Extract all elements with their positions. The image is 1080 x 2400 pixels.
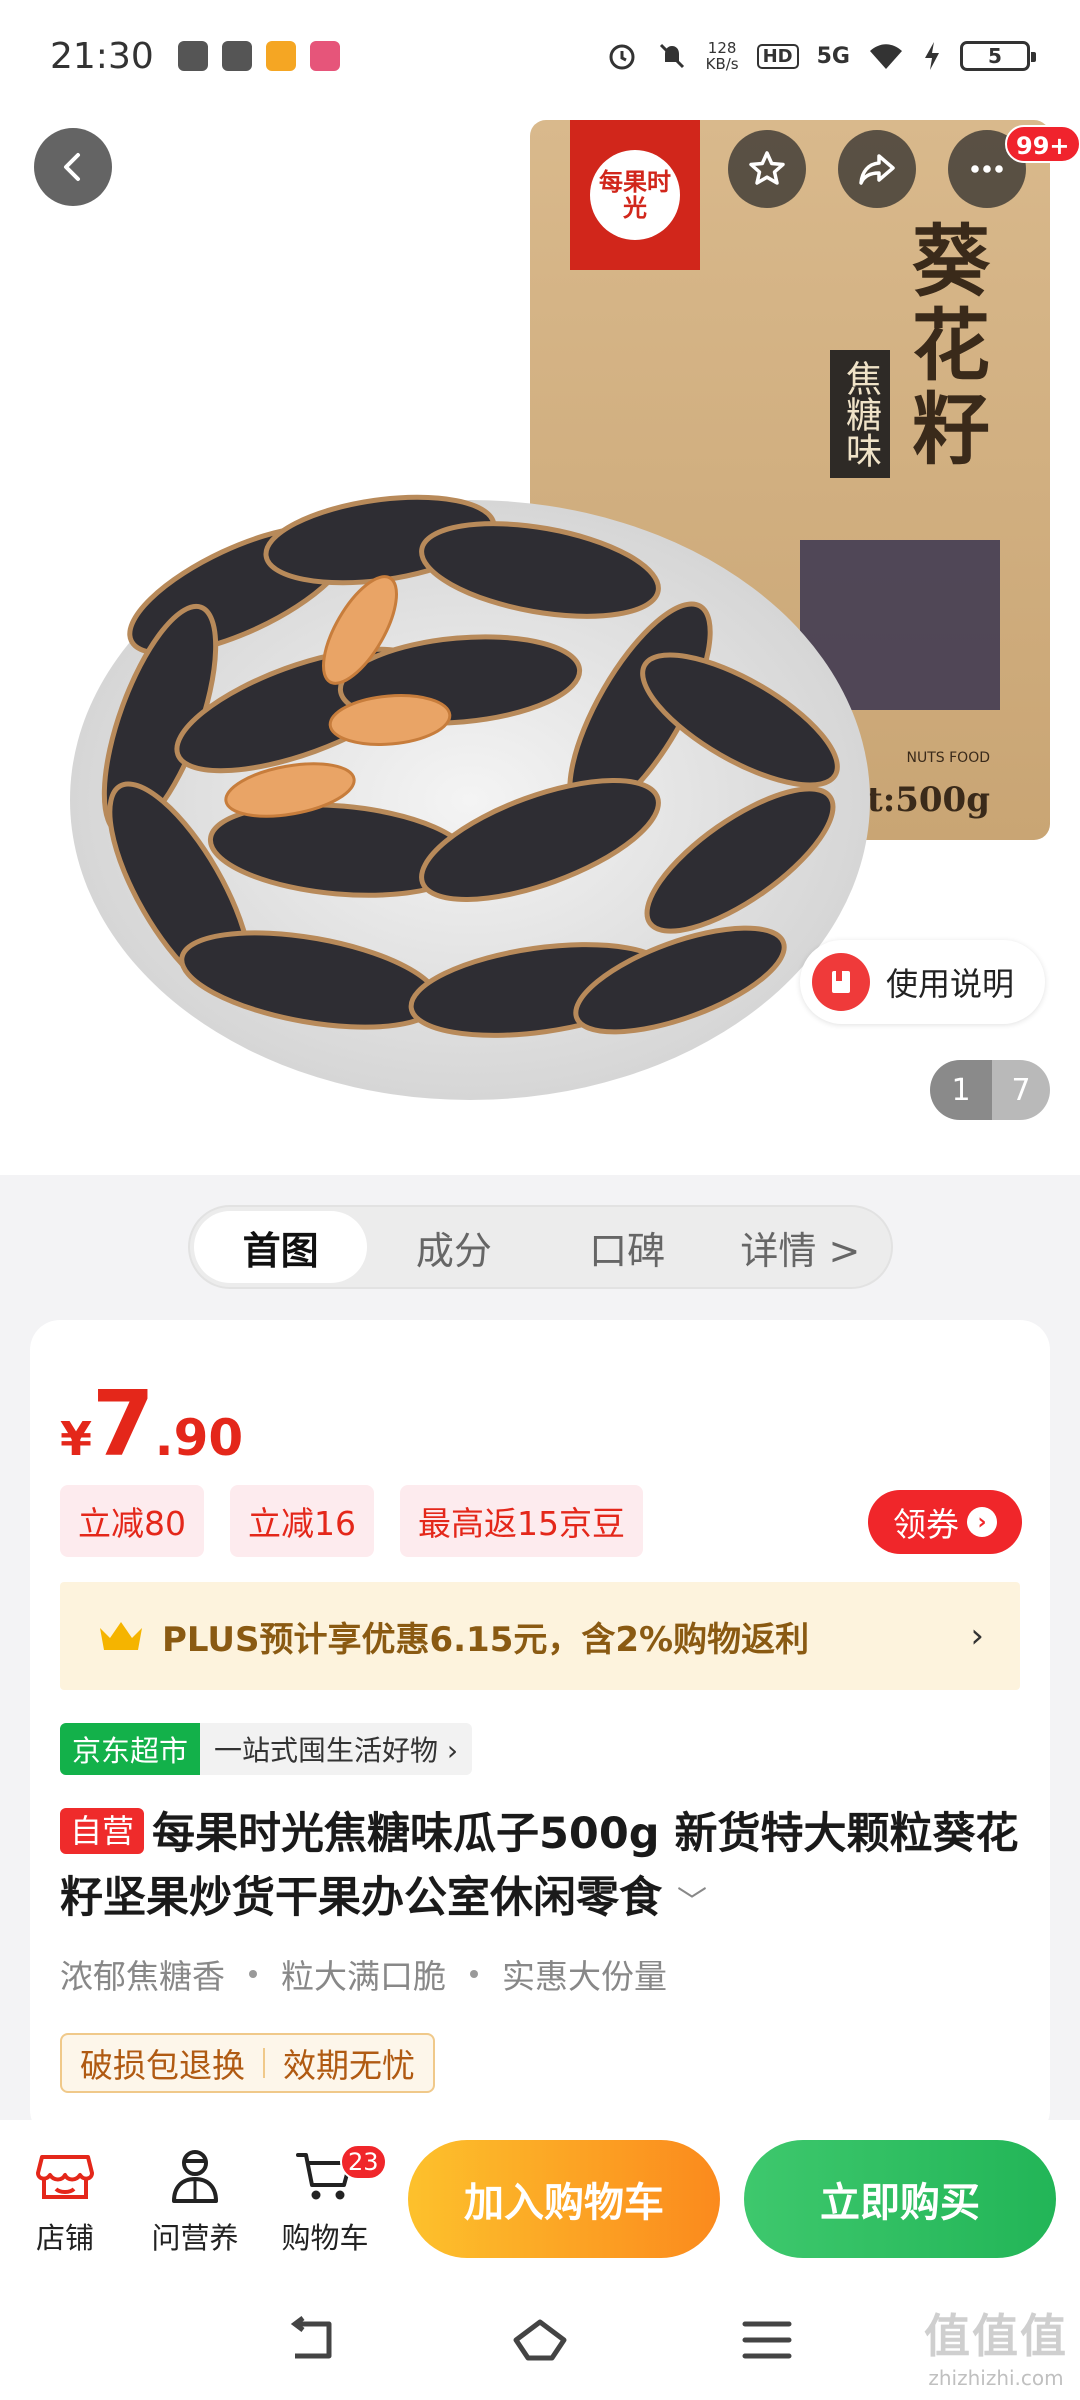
system-menu-icon[interactable] bbox=[737, 2314, 797, 2366]
supermarket-tag: 京东超市 bbox=[60, 1723, 201, 1775]
weibo-icon bbox=[265, 41, 296, 71]
usage-manual-button[interactable]: 使用说明 bbox=[800, 940, 1045, 1024]
cart-count-badge: 23 bbox=[340, 2144, 387, 2180]
manual-label: 使用说明 bbox=[886, 965, 1015, 1003]
bag-subtitle: NUTS FOOD bbox=[906, 750, 990, 766]
plus-discount-text: PLUS预计享优惠6.15元，含2%购物返利 bbox=[162, 1619, 810, 1660]
price-decimal: .90 bbox=[154, 1409, 244, 1467]
bullet-dot bbox=[470, 1970, 478, 1978]
guarantee-item: 破损包退换 bbox=[80, 2046, 245, 2085]
favorite-button[interactable] bbox=[728, 130, 806, 208]
status-time: 21:30 bbox=[50, 35, 154, 77]
brand-logo: 每果时光 bbox=[590, 150, 680, 240]
promo-tag[interactable]: 立减16 bbox=[230, 1485, 374, 1557]
net-speed-value: 128 bbox=[707, 39, 737, 57]
get-coupon-button[interactable]: 领券 › bbox=[868, 1490, 1022, 1554]
promotion-tags: 立减80 立减16 最高返15京豆 bbox=[60, 1485, 643, 1557]
add-to-cart-button[interactable]: 加入购物车 bbox=[408, 2140, 720, 2258]
bilibili-icon bbox=[309, 41, 340, 71]
network-type: 5G bbox=[816, 43, 850, 69]
jd-supermarket-banner[interactable]: 京东超市 一站式囤生活好物 › bbox=[60, 1723, 473, 1775]
coupon-label: 领券 bbox=[893, 1505, 959, 1544]
status-app-icons bbox=[177, 41, 340, 71]
watermark-logo: 值值值 bbox=[924, 2309, 1068, 2363]
sunflower-seeds-bowl-image bbox=[70, 494, 870, 1100]
feature-item: 浓郁焦糖香 bbox=[60, 1957, 225, 1996]
charging-icon bbox=[925, 42, 939, 70]
system-back-icon[interactable] bbox=[283, 2314, 343, 2366]
product-info-card: ¥ 7 .90 立减80 立减16 最高返15京豆 领券 › PLUS预计享优惠… bbox=[30, 1320, 1050, 2140]
promo-tag[interactable]: 立减80 bbox=[60, 1485, 204, 1557]
battery-indicator: 5 bbox=[960, 41, 1036, 71]
bottom-action-bar: 店铺 问营养 购物车 23 加入购物车 立即购买 bbox=[0, 2120, 1080, 2280]
brand-label: 每果时光 bbox=[570, 120, 700, 270]
shop-button[interactable]: 店铺 bbox=[0, 2130, 130, 2270]
total-images: 7 bbox=[992, 1060, 1050, 1120]
price: ¥ 7 .90 bbox=[60, 1380, 243, 1470]
product-title[interactable]: 自营 每果时光焦糖味瓜子500g 新货特大颗粒葵花籽坚果炒货干果办公室休闲零食 ﹀ bbox=[60, 1802, 1035, 1935]
zhi-icon bbox=[177, 41, 208, 71]
share-icon bbox=[859, 154, 895, 185]
product-features: 浓郁焦糖香 粒大满口脆 实惠大份量 bbox=[60, 1950, 667, 1998]
shop-icon bbox=[36, 2155, 94, 2199]
price-integer: 7 bbox=[92, 1372, 155, 1477]
bag-title: 葵花籽 bbox=[899, 220, 990, 472]
chevron-right-icon: › bbox=[970, 1616, 984, 1656]
image-counter: 1 7 bbox=[930, 1060, 1050, 1120]
bag-weight: t:500g bbox=[866, 780, 990, 820]
mute-icon bbox=[659, 43, 684, 69]
status-bar: 21:30 128 KB/s HD 5G 5 bbox=[0, 0, 1080, 112]
feature-item: 实惠大份量 bbox=[502, 1957, 667, 1996]
feature-item: 粒大满口脆 bbox=[281, 1957, 446, 1996]
back-button[interactable] bbox=[34, 128, 112, 206]
nutrition-consult-button[interactable]: 问营养 bbox=[130, 2130, 260, 2270]
product-image-carousel[interactable]: 每果时光 葵花籽 焦糖味 NUTS FOOD t:500g 99+ 使用说明 1… bbox=[0, 0, 1080, 1175]
more-icon bbox=[971, 165, 1003, 173]
share-button[interactable] bbox=[838, 130, 916, 208]
section-tabs: 首图 成分 口碑 详情 > bbox=[188, 1205, 893, 1289]
wifi-icon bbox=[870, 44, 902, 69]
hd-badge: HD bbox=[756, 43, 799, 69]
nutrition-label: 问营养 bbox=[151, 2221, 239, 2255]
watermark-url: zhizhizhi.com bbox=[928, 2366, 1064, 2390]
tab-ingredients[interactable]: 成分 bbox=[367, 1211, 540, 1283]
wechat-icon bbox=[221, 41, 252, 71]
status-indicators: 128 KB/s HD 5G 5 bbox=[606, 40, 1036, 72]
chevron-right-icon: › bbox=[967, 1507, 997, 1537]
promo-tag[interactable]: 最高返15京豆 bbox=[400, 1485, 643, 1557]
tab-main-image[interactable]: 首图 bbox=[194, 1211, 368, 1283]
nutritionist-icon bbox=[172, 2150, 218, 2203]
net-speed-unit: KB/s bbox=[705, 55, 739, 73]
service-guarantees[interactable]: 破损包退换 效期无忧 bbox=[60, 2033, 435, 2093]
buy-now-button[interactable]: 立即购买 bbox=[744, 2140, 1056, 2258]
cart-label: 购物车 bbox=[281, 2221, 369, 2255]
manual-book-icon bbox=[812, 953, 870, 1011]
self-operated-tag: 自营 bbox=[60, 1808, 145, 1854]
product-title-text: 每果时光焦糖味瓜子500g 新货特大颗粒葵花籽坚果炒货干果办公室休闲零食 bbox=[60, 1809, 1019, 1923]
back-icon bbox=[64, 153, 80, 181]
current-image-index: 1 bbox=[930, 1060, 992, 1120]
bullet-dot bbox=[249, 1970, 257, 1978]
cart-button[interactable]: 购物车 23 bbox=[260, 2130, 390, 2270]
supermarket-slogan: 一站式囤生活好物 › bbox=[200, 1723, 473, 1775]
crown-icon bbox=[100, 1622, 142, 1650]
site-watermark: 值值值 zhizhizhi.com bbox=[924, 2300, 1068, 2390]
tab-details[interactable]: 详情 > bbox=[714, 1211, 887, 1283]
shop-label: 店铺 bbox=[35, 2221, 94, 2255]
guarantee-item: 效期无忧 bbox=[283, 2046, 415, 2085]
plus-discount-bar[interactable]: PLUS预计享优惠6.15元，含2%购物返利 › bbox=[60, 1582, 1020, 1690]
system-home-icon[interactable] bbox=[510, 2314, 570, 2366]
system-navigation-bar: 值值值 zhizhizhi.com bbox=[0, 2280, 1080, 2400]
net-speed: 128 KB/s bbox=[706, 40, 739, 72]
alarm-icon bbox=[609, 44, 635, 70]
favorite-star-icon bbox=[749, 151, 785, 185]
price-currency: ¥ bbox=[60, 1412, 93, 1466]
notification-badge: 99+ bbox=[1005, 125, 1080, 163]
tab-reviews[interactable]: 口碑 bbox=[541, 1211, 714, 1283]
product-detail-page: 每果时光 葵花籽 焦糖味 NUTS FOOD t:500g 99+ 使用说明 1… bbox=[0, 0, 1080, 2400]
expand-chevron-icon[interactable]: ﹀ bbox=[677, 1885, 707, 1920]
